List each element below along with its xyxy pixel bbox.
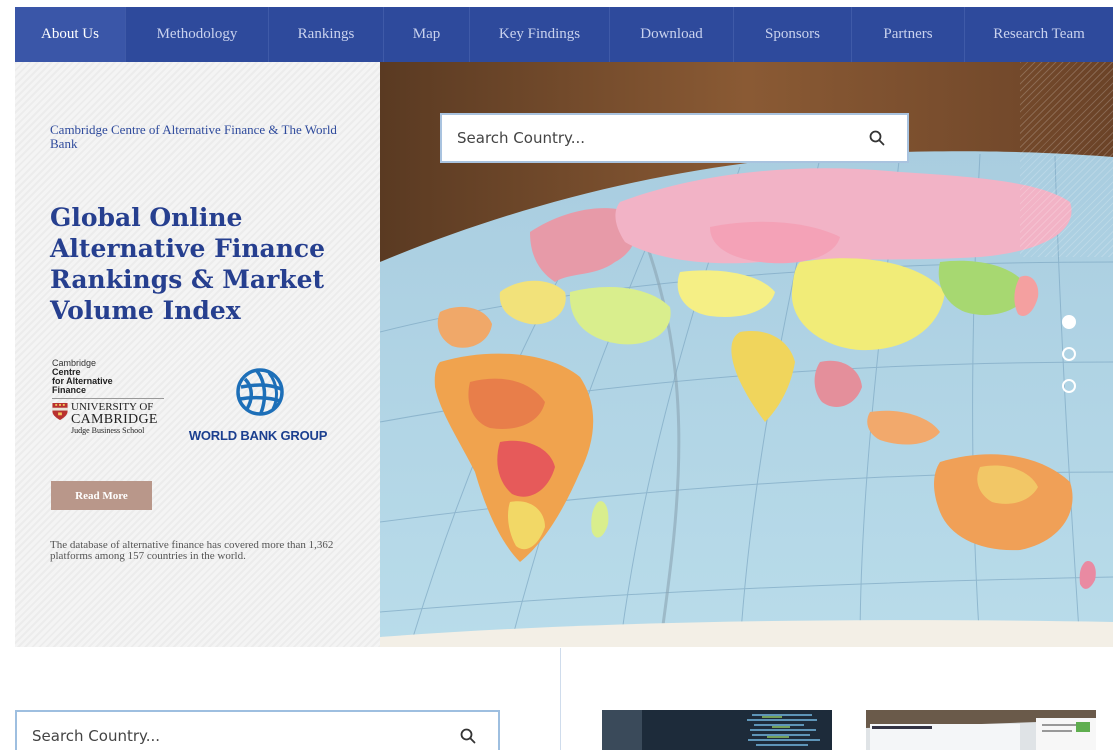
nav-item-download[interactable]: Download	[610, 7, 734, 62]
ccaf-logo-line4: Finance	[52, 385, 87, 395]
hero-info-panel: Cambridge Centre of Alternative Finance …	[15, 62, 380, 647]
world-bank-wordmark: WORLD BANK GROUP	[188, 428, 328, 443]
hero-org-line: Cambridge Centre of Alternative Finance …	[50, 122, 337, 151]
hero-search-box	[440, 113, 909, 163]
nav-item-map[interactable]: Map	[384, 7, 470, 62]
decorative-stripes	[1020, 62, 1113, 257]
search-icon	[869, 130, 885, 146]
hero-description: The database of alternative finance has …	[50, 539, 334, 562]
hero-search-button[interactable]	[847, 115, 907, 161]
carousel-dot-2[interactable]	[1062, 347, 1076, 361]
code-screen-image	[602, 710, 832, 750]
nav-item-sponsors[interactable]: Sponsors	[734, 7, 852, 62]
hero-search-input[interactable]	[442, 115, 847, 161]
nav-item-key-findings[interactable]: Key Findings	[470, 7, 610, 62]
country-search-input[interactable]	[17, 712, 438, 750]
carousel-dot-1[interactable]	[1062, 315, 1076, 329]
top-nav: About Us Methodology Rankings Map Key Fi…	[15, 7, 1113, 62]
nav-item-rankings[interactable]: Rankings	[269, 7, 384, 62]
cambridge-crest-icon	[52, 403, 68, 420]
country-search-button[interactable]	[438, 712, 498, 750]
ccaf-logo: Cambridge Centre for Alternative Finance…	[52, 358, 170, 454]
ucam-line2: CAMBRIDGE	[71, 412, 158, 427]
laptop-chart-image	[866, 710, 1096, 750]
ucam-line3: Judge Business School	[71, 426, 145, 435]
nav-item-about-us[interactable]: About Us	[15, 7, 126, 62]
nav-item-research-team[interactable]: Research Team	[965, 7, 1113, 62]
read-more-button[interactable]: Read More	[51, 481, 152, 510]
world-bank-logo: WORLD BANK GROUP	[173, 367, 343, 447]
hero-title: Global Online Alternative Finance Rankin…	[50, 203, 325, 325]
nav-item-partners[interactable]: Partners	[852, 7, 965, 62]
world-bank-globe-icon	[236, 368, 284, 416]
section-divider	[560, 648, 561, 750]
thumbnail-laptop-charts[interactable]	[866, 710, 1096, 750]
thumbnail-code-screen[interactable]	[602, 710, 832, 750]
carousel-dot-3[interactable]	[1062, 379, 1076, 393]
nav-item-methodology[interactable]: Methodology	[126, 7, 269, 62]
country-search-box	[15, 710, 500, 750]
search-icon	[460, 728, 476, 744]
